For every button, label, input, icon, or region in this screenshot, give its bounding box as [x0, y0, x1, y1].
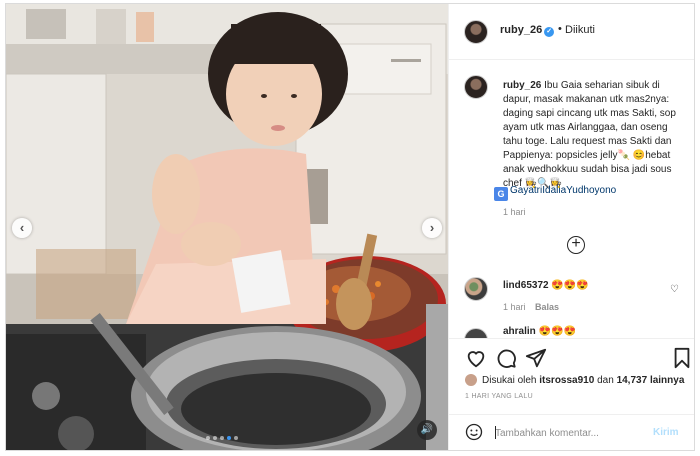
add-comment-bar: Kirim — [449, 414, 694, 450]
post-header: ruby_26 ✓ • Diikuti — [449, 4, 694, 60]
comment-avatar[interactable] — [464, 277, 488, 301]
comment-text: lind65372 😍😍😍 — [503, 280, 589, 291]
liker-avatar — [465, 374, 477, 386]
comment-item: lind65372 😍😍😍 1 hari Balas ♡ — [449, 274, 694, 318]
emoji-icon[interactable] — [465, 423, 483, 441]
comment-item: ahralin 😍😍😍 — [449, 324, 694, 338]
post-comment-button[interactable]: Kirim — [653, 427, 679, 438]
comment-text: ahralin 😍😍😍 — [503, 326, 576, 337]
comment-icon[interactable] — [495, 347, 517, 369]
next-slide-button[interactable]: › — [422, 218, 442, 238]
comment-body: 😍😍😍 — [551, 280, 589, 291]
previous-slide-button[interactable]: ‹ — [12, 218, 32, 238]
text-caret — [495, 426, 496, 439]
liker-username-link[interactable]: itsrossa910 — [539, 375, 594, 386]
comment-timestamp: 1 hari — [503, 302, 526, 312]
heart-icon[interactable] — [465, 347, 487, 369]
photo-illustration — [6, 4, 448, 450]
avatar[interactable] — [464, 20, 488, 44]
sound-toggle-button[interactable]: 🔊 — [417, 420, 437, 440]
comment-avatar[interactable] — [464, 328, 488, 338]
likes-summary: Disukai oleh itsrossa910 dan 14,737 lain… — [465, 374, 684, 386]
likes-suffix[interactable]: lainnya — [650, 375, 684, 386]
caption-text: ruby_26 Ibu Gaia seharian sibuk di dapur… — [503, 79, 681, 191]
likes-prefix: Disukai oleh — [482, 375, 537, 386]
likes-joiner: dan — [597, 375, 614, 386]
reply-button[interactable]: Balas — [535, 302, 559, 312]
translate-icon[interactable]: G — [494, 187, 508, 201]
caption-username-link[interactable]: ruby_26 — [503, 80, 541, 91]
bookmark-icon[interactable] — [671, 347, 693, 369]
comment-input[interactable] — [495, 425, 635, 441]
follow-status-button[interactable]: Diikuti — [565, 24, 595, 36]
caption-timestamp: 1 hari — [503, 207, 526, 217]
header-separator: • — [558, 23, 562, 35]
comment-body: 😍😍😍 — [538, 326, 576, 337]
post-actions: Disukai oleh itsrossa910 dan 14,737 lain… — [449, 338, 694, 400]
slide-dot — [206, 436, 210, 440]
caption-avatar[interactable] — [464, 75, 488, 99]
send-icon[interactable] — [525, 347, 547, 369]
mention-link[interactable]: GayatriIdaliaYudhoyono — [510, 185, 616, 196]
slide-dot — [213, 436, 217, 440]
slide-dot — [234, 436, 238, 440]
plus-circle-icon[interactable]: + — [567, 236, 585, 254]
caption-body: Ibu Gaia seharian sibuk di dapur, masak … — [503, 80, 676, 189]
comment-username-link[interactable]: ahralin — [503, 326, 536, 337]
slide-indicator — [206, 436, 238, 442]
likes-count-link[interactable]: 14,737 — [617, 375, 648, 386]
comment-like-icon[interactable]: ♡ — [670, 284, 679, 295]
slide-dot — [220, 436, 224, 440]
post-window: ‹ › 🔊 ruby_26 ✓ • Diikuti ruby_26 Ibu Gai… — [5, 3, 695, 451]
post-media[interactable]: ‹ › 🔊 — [6, 4, 448, 450]
comment-username-link[interactable]: lind65372 — [503, 280, 549, 291]
post-timestamp: 1 HARI YANG LALU — [465, 393, 533, 400]
post-side-panel: ruby_26 ✓ • Diikuti ruby_26 Ibu Gaia seha… — [448, 4, 694, 450]
post-username-link[interactable]: ruby_26 ✓ — [500, 24, 555, 37]
verified-badge-icon: ✓ — [544, 27, 555, 37]
slide-dot-active — [227, 436, 231, 440]
